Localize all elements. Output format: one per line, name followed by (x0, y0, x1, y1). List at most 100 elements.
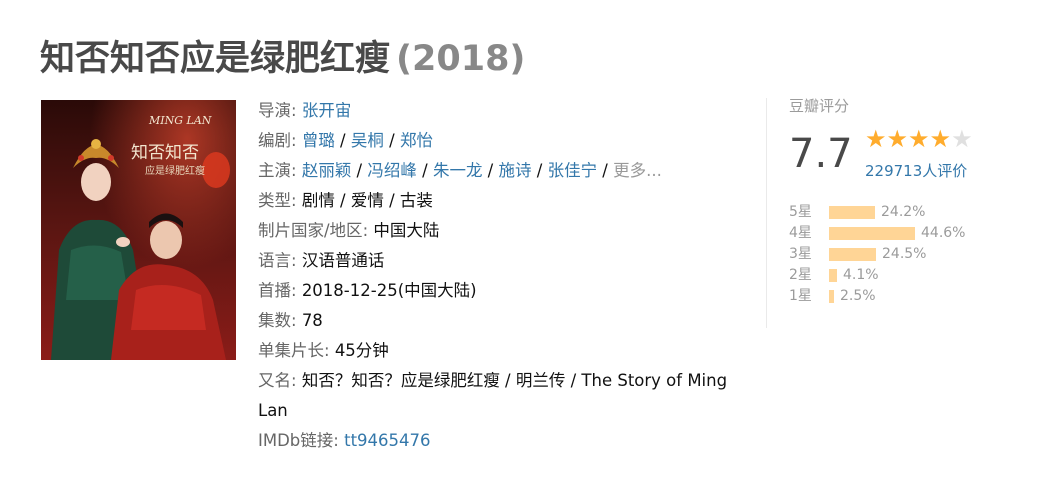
rating-bar-row: 2星 4.1% (789, 265, 1019, 286)
rating-bar-fill (829, 206, 875, 219)
rating-bar-fill (829, 290, 834, 303)
separator: / (383, 131, 400, 150)
writer-label: 编剧 (258, 131, 291, 150)
director-label: 导演 (258, 101, 291, 120)
premiere-value: 2018-12-25(中国大陆) (301, 281, 477, 300)
country-label: 制片国家/地区 (258, 221, 363, 240)
star-empty-icon: ★ (951, 125, 973, 153)
star-filled-icon: ★ (908, 125, 930, 153)
separator: / (482, 161, 499, 180)
aka-row: 又名: 知否？知否？应是绿肥红瘦 / 明兰传 / The Story of Mi… (258, 366, 738, 426)
rating-bar-row: 1星 2.5% (789, 286, 1019, 307)
rating-bar-row: 5星 24.2% (789, 202, 1019, 223)
premiere-row: 首播: 2018-12-25(中国大陆) (258, 276, 738, 306)
episodes-value: 78 (301, 311, 323, 330)
rating-stars: ★ ★ ★ ★ ★ (865, 125, 973, 153)
poster-logo-sub: 应是绿肥红瘦 (145, 164, 205, 177)
rating-bar-percent: 2.5% (840, 288, 876, 304)
poster-art: MING LAN 知否知否 应是绿肥红瘦 (41, 100, 236, 360)
colon: : (324, 341, 335, 360)
rating-bar-row: 3星 24.5% (789, 244, 1019, 265)
cast-link[interactable]: 朱一龙 (433, 161, 483, 180)
country-value: 中国大陆 (373, 221, 440, 240)
premiere-label: 首播 (258, 281, 291, 300)
separator: / (351, 161, 368, 180)
rating-score: 7.7 (789, 131, 853, 177)
aka-value: 知否？知否？应是绿肥红瘦 / 明兰传 / The Story of Ming L… (258, 371, 728, 420)
cast-row: 主演: 赵丽颖 / 冯绍峰 / 朱一龙 / 施诗 / 张佳宁 / 更多... (258, 156, 738, 186)
colon: : (333, 431, 345, 450)
cast-label: 主演 (258, 161, 291, 180)
colon: : (291, 311, 302, 330)
writer-link[interactable]: 郑怡 (400, 131, 433, 150)
language-row: 语言: 汉语普通话 (258, 246, 738, 276)
separator: / (531, 161, 548, 180)
aka-label: 又名 (258, 371, 291, 390)
star-filled-icon: ★ (929, 125, 952, 153)
imdb-link[interactable]: tt9465476 (344, 431, 430, 450)
separator: / (334, 131, 351, 150)
colon: : (291, 101, 302, 120)
rating-bar-percent: 4.1% (843, 267, 879, 283)
colon: : (291, 371, 302, 390)
movie-info: 导演: 张开宙 编剧: 曾璐 / 吴桐 / 郑怡 主演: 赵丽颖 / 冯绍峰 /… (258, 96, 738, 456)
colon: : (291, 251, 302, 270)
cast-link[interactable]: 冯绍峰 (367, 161, 417, 180)
rating-bar-percent: 44.6% (921, 225, 966, 241)
director-link[interactable]: 张开宙 (302, 101, 352, 120)
writer-link[interactable]: 曾璐 (302, 131, 335, 150)
writer-link[interactable]: 吴桐 (351, 131, 384, 150)
cast-link[interactable]: 张佳宁 (548, 161, 598, 180)
movie-page: 知否知否应是绿肥红瘦 (2018) MING LAN 知否知否 应是绿肥红瘦 导… (0, 0, 1053, 492)
rating-bar-percent: 24.2% (881, 204, 926, 220)
episodes-row: 集数: 78 (258, 306, 738, 336)
star-filled-icon: ★ (865, 125, 887, 153)
rating-bar-fill (829, 248, 876, 261)
more-cast-link[interactable]: 更多... (613, 161, 662, 180)
rating-title: 豆瓣评分 (789, 97, 850, 115)
rating-bar-percent: 24.5% (882, 246, 927, 262)
rating-panel: 豆瓣评分 7.7 ★ ★ ★ ★ ★ 229713人评价 5星 24.2% 4星 44.6% 3… (789, 96, 1019, 304)
rating-bar-label: 5星 (789, 204, 812, 220)
divider (766, 98, 767, 328)
title-text: 知否知否应是绿肥红瘦 (40, 39, 391, 79)
page-title: 知否知否应是绿肥红瘦 (2018) (40, 30, 525, 81)
episodes-label: 集数 (258, 311, 291, 330)
poster-logo-en: MING LAN (148, 114, 212, 127)
rating-bar-row: 4星 44.6% (789, 223, 1019, 244)
language-label: 语言 (258, 251, 291, 270)
colon: : (291, 281, 302, 300)
rating-bar-label: 1星 (789, 288, 812, 304)
title-year: (2018) (396, 39, 526, 79)
colon: : (362, 221, 374, 240)
rating-bar-fill (829, 269, 837, 282)
cast-link[interactable]: 施诗 (499, 161, 532, 180)
writer-row: 编剧: 曾璐 / 吴桐 / 郑怡 (258, 126, 738, 156)
separator: / (416, 161, 433, 180)
imdb-row: IMDb链接: tt9465476 (258, 426, 738, 456)
runtime-row: 单集片长: 45分钟 (258, 336, 738, 366)
rating-count-link[interactable]: 229713人评价 (865, 160, 967, 181)
language-value: 汉语普通话 (301, 251, 385, 270)
genre-label: 类型 (258, 191, 291, 210)
country-row: 制片国家/地区: 中国大陆 (258, 216, 738, 246)
poster-logo-cn: 知否知否 (131, 143, 199, 163)
genre-value: 剧情 / 爱情 / 古装 (301, 191, 433, 210)
cast-link[interactable]: 赵丽颖 (302, 161, 352, 180)
poster-image[interactable]: MING LAN 知否知否 应是绿肥红瘦 (41, 100, 236, 360)
colon: : (291, 131, 302, 150)
rating-bar-label: 3星 (789, 246, 812, 262)
rating-bar-label: 4星 (789, 225, 812, 241)
colon: : (291, 191, 302, 210)
colon: : (291, 161, 302, 180)
imdb-label: IMDb链接 (258, 431, 334, 450)
runtime-label: 单集片长 (258, 341, 324, 360)
star-filled-icon: ★ (886, 125, 909, 153)
director-row: 导演: 张开宙 (258, 96, 738, 126)
rating-bar-fill (829, 227, 915, 240)
separator: / (597, 161, 614, 180)
genre-row: 类型: 剧情 / 爱情 / 古装 (258, 186, 738, 216)
rating-bar-label: 2星 (789, 267, 812, 283)
rating-distribution: 5星 24.2% 4星 44.6% 3星 24.5% 2星 4.1% 1星 2.5% (789, 202, 1019, 307)
runtime-value: 45分钟 (334, 341, 389, 360)
